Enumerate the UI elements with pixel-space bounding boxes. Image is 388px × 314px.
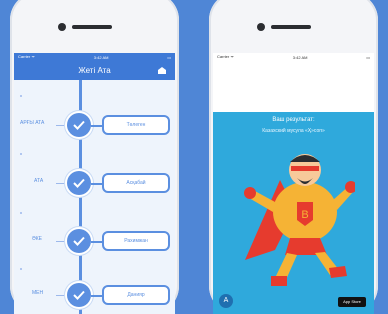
name-box[interactable]: Рахимжан: [102, 231, 170, 251]
carrier-text: Carrier ᯤ: [217, 54, 234, 59]
status-time: 3:42 AM: [292, 54, 308, 60]
right-screen: Carrier ᯤ 3:42 AM ▭ Ваш результат: Казах…: [213, 53, 374, 314]
camera-dot: [58, 23, 66, 31]
status-time: 3:42 AM: [93, 54, 109, 60]
tick-dot: [20, 268, 22, 270]
family-tree: АРҒЫ АТА Төлеген АТА Асқабай ӘКЕ Рахимжа…: [14, 80, 175, 314]
tree-row[interactable]: АТА Асқабай: [14, 169, 175, 197]
speaker-slot: [271, 25, 311, 29]
svg-text:B: B: [301, 209, 308, 221]
app-logo-icon[interactable]: A: [219, 294, 233, 308]
superhero-illustration: B: [244, 154, 355, 286]
left-screen: Carrier ᯤ 3:42 AM ▭ Жеті Ата АРҒЫ АТА Тө…: [14, 53, 175, 314]
status-bar: Carrier ᯤ 3:42 AM ▭: [14, 53, 175, 61]
battery-icon: ▭: [366, 54, 370, 60]
row-label: АРҒЫ АТА: [20, 120, 45, 126]
tick-dot: [20, 153, 22, 155]
nav-title: Жеті Ата: [78, 66, 111, 75]
tick-dot: [20, 95, 22, 97]
carrier-text: Carrier ᯤ: [18, 54, 35, 59]
result-panel: Ваш результат: Казахский мусула «Ҳ»соп» …: [213, 112, 374, 314]
app-store-badge[interactable]: App Store: [338, 297, 366, 307]
name-box[interactable]: Данияр: [102, 285, 170, 305]
battery-icon: ▭: [167, 54, 171, 60]
result-subtitle: Казахский мусула «Ҳ»соп»: [262, 128, 325, 134]
share-icon[interactable]: [157, 66, 167, 75]
tick-dot: [20, 212, 22, 214]
result-title: Ваш результат:: [272, 117, 315, 123]
check-icon[interactable]: [67, 229, 91, 253]
left-phone-mockup: Carrier ᯤ 3:42 AM ▭ Жеті Ата АРҒЫ АТА Тө…: [10, 0, 179, 314]
status-bar: Carrier ᯤ 3:42 AM ▭: [213, 53, 374, 61]
name-box[interactable]: Асқабай: [102, 173, 170, 193]
right-phone-mockup: Carrier ᯤ 3:42 AM ▭ Ваш результат: Казах…: [209, 0, 378, 314]
check-icon[interactable]: [67, 283, 91, 307]
check-icon[interactable]: [67, 171, 91, 195]
camera-dot: [257, 23, 265, 31]
check-icon[interactable]: [67, 113, 91, 137]
tree-row[interactable]: АРҒЫ АТА Төлеген: [14, 111, 175, 139]
speaker-slot: [72, 25, 112, 29]
tree-row[interactable]: ӘКЕ Рахимжан: [14, 227, 175, 255]
nav-bar: Жеті Ата: [14, 61, 175, 80]
name-box[interactable]: Төлеген: [102, 115, 170, 135]
